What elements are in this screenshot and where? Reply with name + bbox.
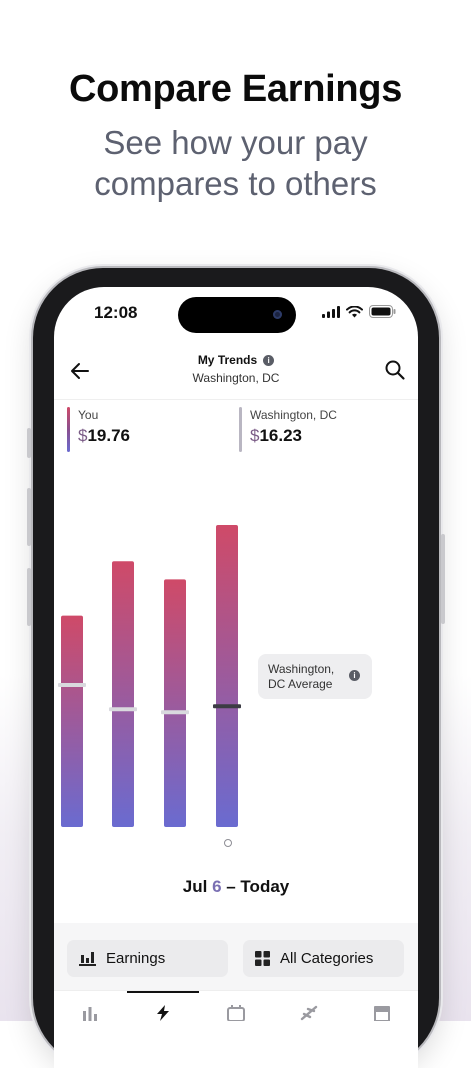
stat-you-label: You bbox=[78, 408, 99, 422]
earnings-filter-button[interactable]: Earnings bbox=[67, 940, 228, 977]
date-range-prefix: Jul bbox=[182, 877, 213, 896]
phone-action-button bbox=[27, 428, 31, 458]
average-mark-3 bbox=[161, 710, 189, 715]
date-range: Jul 6 – Today bbox=[54, 877, 418, 897]
status-icons bbox=[322, 305, 396, 318]
page-subtitle: Washington, DC bbox=[192, 371, 280, 385]
search-icon[interactable] bbox=[384, 359, 406, 381]
average-legend-line-1: Washington, bbox=[268, 662, 335, 676]
phone-frame: 12:08 My Trends i Washington, DC You $19… bbox=[27, 268, 445, 1068]
promo-subline-1: See how your pay bbox=[103, 124, 368, 161]
page-indicator-dot[interactable] bbox=[224, 839, 232, 847]
stat-you-value: $19.76 bbox=[78, 426, 130, 446]
stat-area-value: $16.23 bbox=[250, 426, 302, 446]
average-legend-text: Washington, DC Average bbox=[268, 662, 334, 692]
date-range-suffix: – Today bbox=[221, 877, 290, 896]
promo-headline: Compare Earnings bbox=[68, 68, 403, 110]
bar-chart-icon bbox=[79, 952, 96, 966]
grid-icon bbox=[255, 951, 270, 966]
page-title: My Trends i bbox=[197, 353, 275, 367]
chart-icon[interactable] bbox=[81, 1005, 99, 1021]
stat-you-color-bar bbox=[67, 407, 70, 452]
info-icon[interactable]: i bbox=[263, 354, 275, 366]
nav-bar: My Trends i Washington, DC bbox=[54, 347, 418, 397]
promo-subline: See how your pay compares to others bbox=[0, 122, 471, 204]
camera-icon bbox=[273, 310, 282, 319]
stat-area-color-bar bbox=[239, 407, 242, 452]
active-tab-indicator bbox=[127, 991, 199, 993]
average-mark-4 bbox=[213, 704, 241, 709]
earnings-bar-4[interactable] bbox=[216, 525, 238, 827]
earnings-bar-1[interactable] bbox=[61, 615, 83, 827]
earnings-bar-3[interactable] bbox=[164, 579, 186, 827]
stat-area-amount: 16.23 bbox=[259, 426, 303, 445]
store-icon[interactable] bbox=[373, 1005, 391, 1021]
nav-title-group: My Trends i Washington, DC bbox=[54, 351, 418, 385]
calendar-icon[interactable] bbox=[227, 1005, 245, 1021]
status-time: 12:08 bbox=[94, 303, 138, 322]
tab-bar bbox=[54, 990, 418, 1068]
info-icon[interactable]: i bbox=[349, 670, 360, 681]
average-legend-tooltip[interactable]: Washington, DC Average i bbox=[258, 654, 372, 699]
promo-subline-2: compares to others bbox=[94, 165, 377, 202]
average-legend-line-2: DC Average bbox=[268, 677, 333, 691]
date-range-day: 6 bbox=[212, 877, 222, 896]
earnings-bar-2[interactable] bbox=[112, 561, 134, 827]
nav-divider bbox=[54, 399, 418, 400]
phone-volume-down bbox=[27, 568, 31, 626]
wifi-icon bbox=[346, 305, 363, 317]
stat-area-label: Washington, DC bbox=[250, 408, 337, 422]
lightning-icon[interactable] bbox=[154, 1005, 172, 1021]
earnings-filter-label: Earnings bbox=[106, 950, 166, 967]
page-title-text: My Trends bbox=[197, 353, 258, 367]
signal-icon bbox=[322, 305, 340, 318]
categories-filter-label: All Categories bbox=[280, 950, 374, 967]
phone-volume-up bbox=[27, 488, 31, 546]
stat-you-amount: 19.76 bbox=[87, 426, 131, 445]
average-mark-2 bbox=[109, 707, 137, 712]
airplane-icon[interactable] bbox=[300, 1005, 318, 1021]
phone-screen: 12:08 My Trends i Washington, DC You $19… bbox=[54, 287, 418, 1068]
categories-filter-button[interactable]: All Categories bbox=[243, 940, 404, 977]
battery-icon bbox=[369, 305, 396, 318]
dynamic-island bbox=[178, 297, 296, 333]
phone-power-button bbox=[441, 534, 445, 624]
average-mark-1 bbox=[58, 683, 86, 688]
